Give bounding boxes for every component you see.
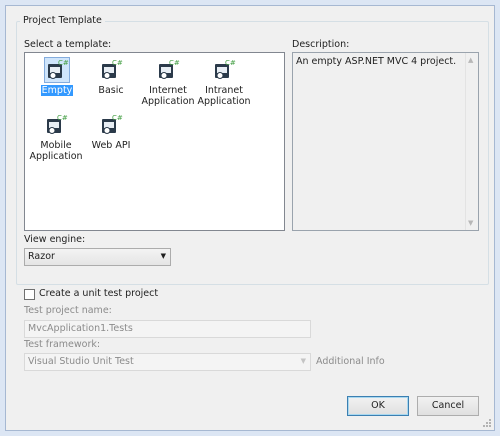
template-empty[interactable]: C# Empty [31,57,83,96]
chevron-down-icon: ▼ [300,357,306,365]
test-framework-value: Visual Studio Unit Test [28,356,134,367]
template-label: Mobile Application [29,140,83,162]
ok-button[interactable]: OK [347,396,409,416]
scroll-down-icon[interactable]: ▼ [468,219,473,227]
additional-info-label: Additional Info [316,356,385,367]
svg-text:C#: C# [225,59,236,67]
web-project-csharp-icon: C# [215,59,236,79]
unit-test-checkbox[interactable] [24,289,35,300]
test-framework-dropdown[interactable]: Visual Studio Unit Test ▼ [24,353,311,371]
new-project-dialog: Project Template Select a template: C# E… [5,5,495,431]
template-label: Empty [40,85,74,96]
cancel-button[interactable]: Cancel [417,396,479,416]
template-internet-application[interactable]: C# Internet Application [139,58,197,107]
project-template-title: Project Template [20,15,105,26]
web-project-csharp-icon: C# [47,114,68,134]
svg-text:C#: C# [169,59,180,67]
description-scrollbar[interactable]: ▲ ▼ [465,53,478,230]
template-label: Basic [98,85,124,96]
description-label: Description: [292,39,350,50]
description-box: An empty ASP.NET MVC 4 project. ▲ ▼ [292,52,479,231]
template-web-api[interactable]: C# Web API [85,113,137,151]
svg-text:C#: C# [57,114,68,122]
select-template-label: Select a template: [24,39,112,50]
template-label: Intranet Application [197,85,251,107]
template-basic[interactable]: C# Basic [85,58,137,96]
view-engine-label: View engine: [24,234,86,245]
test-project-name-label: Test project name: [24,305,112,316]
web-project-csharp-icon: C# [102,59,123,79]
template-mobile-application[interactable]: C# Mobile Application [27,113,85,162]
web-project-csharp-icon: C# [102,114,123,134]
unit-test-checkbox-label[interactable]: Create a unit test project [39,288,158,299]
description-text: An empty ASP.NET MVC 4 project. [296,56,457,67]
resize-grip-icon[interactable] [482,418,492,428]
view-engine-dropdown[interactable]: Razor ▼ [24,248,171,266]
web-project-csharp-icon: C# [159,59,180,79]
svg-text:C#: C# [112,59,123,67]
scroll-up-icon[interactable]: ▲ [468,56,473,64]
template-list[interactable]: C# Empty C# Basic C# Internet Applicatio… [24,52,285,231]
test-project-name-value: MvcApplication1.Tests [28,323,133,334]
template-label: Web API [91,140,131,151]
test-project-name-input[interactable]: MvcApplication1.Tests [24,320,311,338]
svg-text:C#: C# [112,114,123,122]
chevron-down-icon: ▼ [160,252,166,260]
web-project-csharp-icon: C# [44,57,70,83]
view-engine-value: Razor [28,251,55,262]
test-framework-label: Test framework: [24,339,101,350]
svg-text:C#: C# [58,59,69,67]
template-label: Internet Application [141,85,195,107]
template-intranet-application[interactable]: C# Intranet Application [195,58,253,107]
